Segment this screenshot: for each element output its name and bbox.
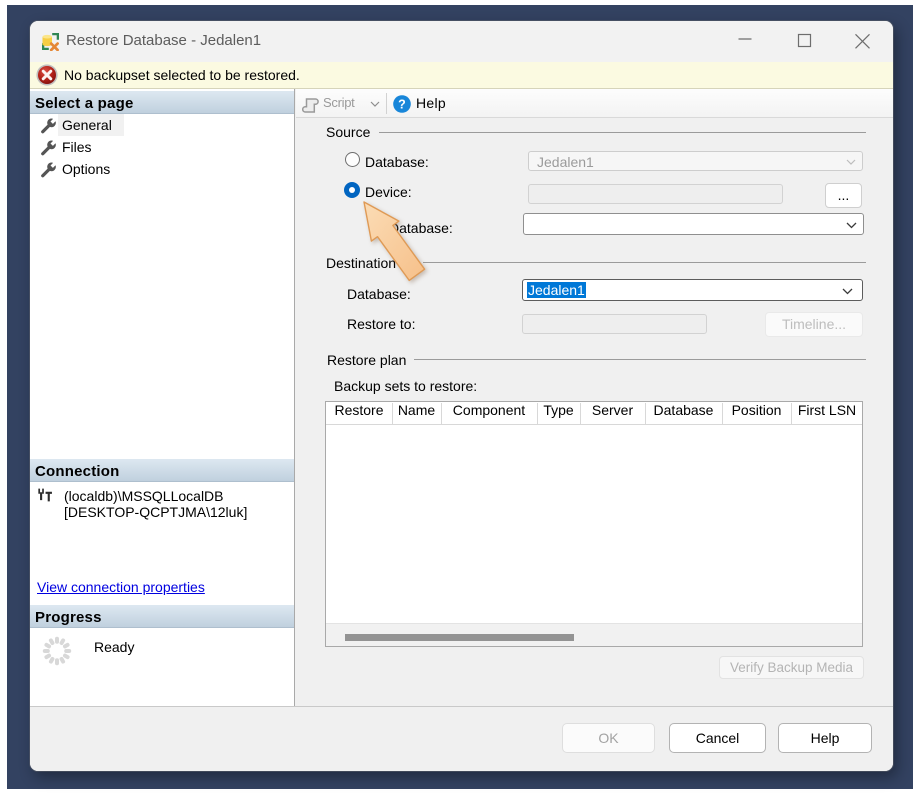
svg-text:?: ? — [398, 98, 406, 112]
